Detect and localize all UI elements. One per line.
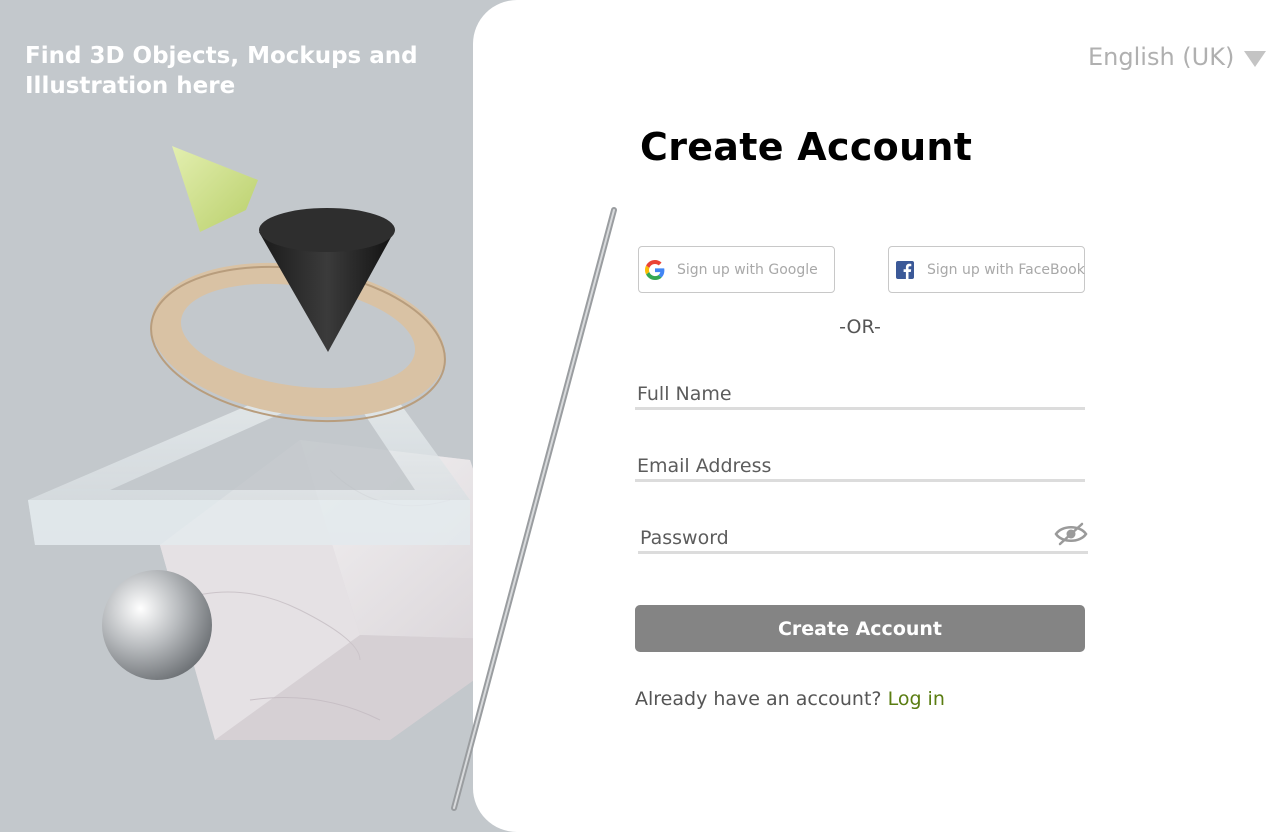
chevron-down-icon <box>1244 51 1267 67</box>
google-icon <box>645 259 665 280</box>
google-signup-label: Sign up with Google <box>677 261 818 278</box>
eye-off-icon[interactable] <box>1054 521 1088 547</box>
language-label: English (UK) <box>1088 43 1235 71</box>
or-divider: -OR- <box>839 316 881 338</box>
language-selector[interactable]: English (UK) <box>1088 40 1267 74</box>
hero-illustration <box>28 146 520 740</box>
login-prompt-text: Already have an account? <box>635 688 882 710</box>
metal-sphere <box>102 570 212 680</box>
facebook-signup-button[interactable]: Sign up with FaceBook <box>888 246 1085 293</box>
login-link[interactable]: Log in <box>888 688 945 710</box>
google-signup-button[interactable]: Sign up with Google <box>638 246 835 293</box>
hero-tagline: Find 3D Objects, Mockups and Illustratio… <box>25 43 418 99</box>
password-input[interactable] <box>640 527 1040 549</box>
email-field <box>635 442 1085 482</box>
login-prompt-line: Already have an account? Log in <box>635 688 945 710</box>
full-name-input[interactable] <box>637 383 1037 405</box>
hero-panel: Find 3D Objects, Mockups and Illustratio… <box>0 0 520 832</box>
full-name-field <box>635 370 1085 410</box>
green-cone <box>172 146 258 232</box>
email-input[interactable] <box>637 455 1037 477</box>
page-title: Create Account <box>640 125 973 169</box>
facebook-icon <box>895 260 915 280</box>
create-account-button[interactable]: Create Account <box>635 605 1085 652</box>
facebook-signup-label: Sign up with FaceBook <box>927 261 1085 278</box>
password-field <box>638 514 1088 554</box>
